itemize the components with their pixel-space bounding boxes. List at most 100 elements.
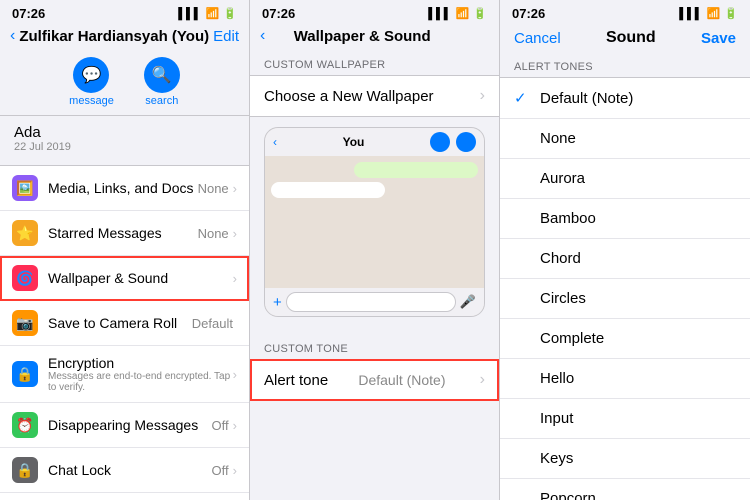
tone-none[interactable]: None	[500, 119, 750, 159]
tone-name: Bamboo	[540, 210, 736, 227]
wp-back-icon: ‹	[273, 135, 277, 149]
nav-bar: ‹ Zulfikar Hardiansyah (You) Edit	[0, 23, 249, 51]
chatlock-title: Chat Lock	[48, 462, 212, 478]
disappearing-icon: ⏰	[12, 412, 38, 438]
tone-name: Default (Note)	[540, 90, 736, 107]
status-bar-p3: 07:26 ▌▌▌ 📶 🔋	[500, 0, 750, 23]
contact-name: Ada	[14, 124, 235, 141]
edit-button[interactable]: Edit	[213, 28, 239, 45]
disappearing-row[interactable]: ⏰ Disappearing Messages Off ›	[0, 403, 249, 448]
tone-keys[interactable]: Keys	[500, 439, 750, 479]
alert-tone-row[interactable]: Alert tone Default (Note) ›	[250, 359, 499, 401]
nav-title: Zulfikar Hardiansyah (You)	[15, 28, 213, 45]
panel-wallpaper-sound: 07:26 ▌▌▌ 📶 🔋 ‹ Wallpaper & Sound CUSTOM…	[250, 0, 500, 500]
tab-search-label: search	[145, 95, 178, 107]
alert-tones-label: ALERT TONES	[500, 51, 750, 77]
battery-icon-p3: 🔋	[724, 7, 738, 20]
wallpaper-icon: 🌀	[12, 265, 38, 291]
wp-icon2	[456, 132, 476, 152]
tab-search[interactable]: 🔍 search	[144, 57, 180, 107]
chatlock-chevron: ›	[233, 463, 237, 478]
wp-header: ‹ You	[265, 128, 484, 156]
status-icons: ▌▌▌ 📶 🔋	[178, 7, 237, 20]
tone-complete[interactable]: Complete	[500, 319, 750, 359]
tone-chord[interactable]: Chord	[500, 239, 750, 279]
cancel-button[interactable]: Cancel	[514, 30, 561, 47]
encryption-row[interactable]: 🔒 Encryption Messages are end-to-end enc…	[0, 346, 249, 403]
wallpaper-title: Wallpaper & Sound	[48, 270, 233, 286]
contact-date: 22 Jul 2019	[14, 141, 235, 153]
encryption-icon: 🔒	[12, 361, 38, 387]
tone-name: Hello	[540, 370, 736, 387]
starred-value: None	[198, 226, 229, 241]
tab-message[interactable]: 💬 message	[69, 57, 114, 107]
settings-section: 🖼️ Media, Links, and Docs None › ⭐ Starr…	[0, 165, 249, 500]
media-row[interactable]: 🖼️ Media, Links, and Docs None ›	[0, 166, 249, 211]
battery-icon: 🔋	[223, 7, 237, 20]
disappearing-value: Off	[212, 418, 229, 433]
camera-row[interactable]: 📷 Save to Camera Roll Default	[0, 301, 249, 346]
encryption-subtitle: Messages are end-to-end encrypted. Tap t…	[48, 371, 233, 393]
wp-mic-icon: 🎤	[460, 294, 476, 310]
wifi-icon-p3: 📶	[707, 7, 721, 20]
tone-value: Default (Note)	[358, 372, 445, 388]
sound-list: ✓ Default (Note) None Aurora Bamboo Chor…	[500, 77, 750, 500]
disappearing-chevron: ›	[233, 418, 237, 433]
tone-name: Popcorn	[540, 490, 736, 500]
wallpaper-choose-text: Choose a New Wallpaper	[264, 88, 434, 105]
contactdetails-row[interactable]: 👤 Contact Details ›	[0, 493, 249, 500]
wallpaper-section-label: CUSTOM WALLPAPER	[250, 51, 499, 75]
bubble-left	[271, 182, 385, 198]
wallpaper-chevron-p2: ›	[480, 87, 485, 105]
status-icons-p2: ▌▌▌ 📶 🔋	[428, 7, 487, 20]
camera-title: Save to Camera Roll	[48, 315, 192, 331]
media-icon: 🖼️	[12, 175, 38, 201]
wifi-icon: 📶	[206, 7, 220, 20]
wp-add-icon: +	[273, 294, 282, 311]
tone-name: Chord	[540, 250, 736, 267]
wp-icon1	[430, 132, 450, 152]
wallpaper-row[interactable]: 🌀 Wallpaper & Sound ›	[0, 256, 249, 301]
media-value: None	[198, 181, 229, 196]
tone-name: Circles	[540, 290, 736, 307]
tone-hello[interactable]: Hello	[500, 359, 750, 399]
chatlock-icon: 🔒	[12, 457, 38, 483]
tone-default-note[interactable]: ✓ Default (Note)	[500, 78, 750, 119]
chatlock-value: Off	[212, 463, 229, 478]
sound-title: Sound	[606, 29, 656, 47]
encryption-chevron: ›	[233, 367, 237, 382]
tone-name: Complete	[540, 330, 736, 347]
battery-icon-p2: 🔋	[473, 7, 487, 20]
custom-tone-section: CUSTOM TONE Alert tone Default (Note) ›	[250, 335, 499, 401]
check-icon: ✓	[514, 89, 530, 107]
chatlock-row[interactable]: 🔒 Chat Lock Off ›	[0, 448, 249, 493]
tabs-row: 💬 message 🔍 search	[0, 51, 249, 116]
bubble-right	[354, 162, 478, 178]
tone-popcorn[interactable]: Popcorn	[500, 479, 750, 500]
panel-sound: 07:26 ▌▌▌ 📶 🔋 Cancel Sound Save ALERT TO…	[500, 0, 750, 500]
custom-tone-label: CUSTOM TONE	[250, 335, 499, 359]
tone-input[interactable]: Input	[500, 399, 750, 439]
status-bar-p2: 07:26 ▌▌▌ 📶 🔋	[250, 0, 499, 23]
save-button[interactable]: Save	[701, 30, 736, 47]
tone-bamboo[interactable]: Bamboo	[500, 199, 750, 239]
starred-icon: ⭐	[12, 220, 38, 246]
tone-name: Input	[540, 410, 736, 427]
tone-name: Keys	[540, 450, 736, 467]
wallpaper-choose-row[interactable]: Choose a New Wallpaper ›	[250, 75, 499, 117]
contact-info: Ada 22 Jul 2019	[0, 116, 249, 159]
status-time-p3: 07:26	[512, 6, 545, 21]
wp-input-field	[286, 292, 456, 312]
starred-title: Starred Messages	[48, 225, 198, 241]
status-icons-p3: ▌▌▌ 📶 🔋	[679, 7, 738, 20]
tone-circles[interactable]: Circles	[500, 279, 750, 319]
wp-icons	[430, 132, 476, 152]
wifi-icon-p2: 📶	[456, 7, 470, 20]
camera-value: Default	[192, 316, 233, 331]
tone-aurora[interactable]: Aurora	[500, 159, 750, 199]
signal-icon-p2: ▌▌▌	[428, 8, 451, 20]
tab-message-label: message	[69, 95, 114, 107]
starred-row[interactable]: ⭐ Starred Messages None ›	[0, 211, 249, 256]
starred-chevron: ›	[233, 226, 237, 241]
signal-icon-p3: ▌▌▌	[679, 8, 702, 20]
